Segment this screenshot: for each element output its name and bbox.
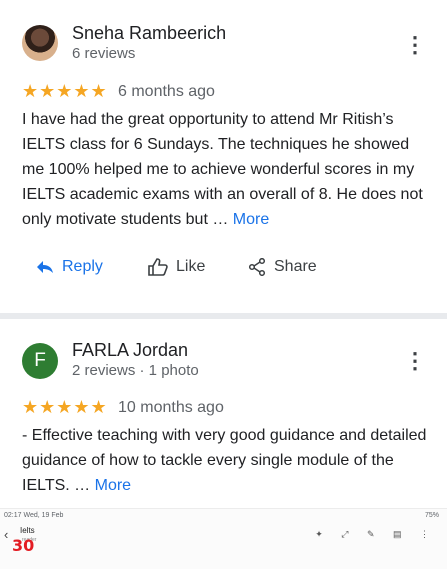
more-options-icon[interactable]: ⋮ <box>404 350 426 372</box>
share-label: Share <box>274 258 317 276</box>
more-link[interactable]: More <box>233 211 269 228</box>
battery-level: 75% <box>424 512 439 519</box>
logo-watermark: 30 <box>12 536 35 555</box>
more-options-icon[interactable]: ⋮ <box>404 34 426 56</box>
embedded-screenshot: 02:17 Wed, 19 Feb 75% ‹ Ielts reader ✦ ⤢… <box>0 508 447 569</box>
back-arrow-icon[interactable]: ‹ <box>4 527 8 542</box>
app-title: Ielts <box>20 526 35 535</box>
reply-label: Reply <box>62 258 103 275</box>
star-rating: ★★★★★ <box>22 81 108 101</box>
toolbar-icons[interactable]: ✦ ⤢ ✎ ▤ ⋮ <box>315 529 437 540</box>
review-text-content: - Effective teaching with very good guid… <box>22 427 427 494</box>
review-text: - Effective teaching with very good guid… <box>22 423 427 498</box>
review-text: I have had the great opportunity to atte… <box>22 107 427 232</box>
reply-icon <box>37 260 53 273</box>
share-button[interactable]: Share <box>248 257 317 277</box>
reviewer-meta: 6 reviews <box>72 45 136 62</box>
reviewer-meta: 2 reviews · 1 photo <box>72 362 199 379</box>
reviewer-name[interactable]: Sneha Rambeerich <box>72 23 226 44</box>
review-text-content: I have had the great opportunity to atte… <box>22 111 423 228</box>
star-rating: ★★★★★ <box>22 397 108 417</box>
share-icon <box>248 257 266 277</box>
status-time: 02:17 Wed, 19 Feb <box>4 512 64 519</box>
divider <box>0 313 447 319</box>
more-link[interactable]: More <box>95 477 131 494</box>
avatar[interactable] <box>22 25 58 61</box>
like-button[interactable]: Like <box>148 258 205 276</box>
review-age: 10 months ago <box>118 399 224 416</box>
reply-button[interactable]: Reply <box>36 258 103 276</box>
avatar[interactable]: F <box>22 343 58 379</box>
thumbs-up-icon <box>148 258 168 276</box>
like-label: Like <box>176 258 206 276</box>
reviewer-name[interactable]: FARLA Jordan <box>72 340 188 361</box>
review-age: 6 months ago <box>118 83 215 100</box>
